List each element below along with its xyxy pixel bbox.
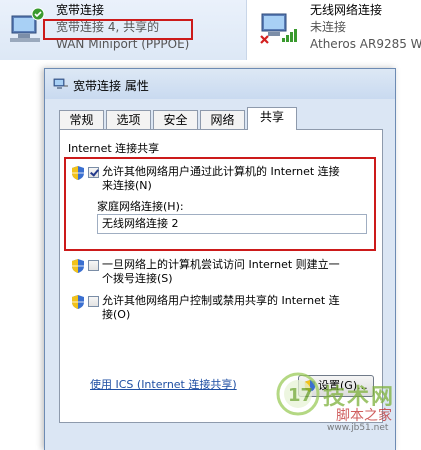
- connection-status: 未连接: [310, 20, 347, 34]
- option-line: 允许其他网络用户控制或禁用共享的 Internet 连: [102, 294, 340, 307]
- option-text: 一旦网络上的计算机尝试访问 Internet 则建立一 个拨号连接(S): [102, 258, 340, 286]
- watermark-logo-icon: 17: [276, 372, 320, 416]
- connection-icon: [53, 78, 68, 89]
- watermark-text: 脚本之家: [336, 408, 392, 424]
- connection-wireless[interactable]: 无线网络连接 未连接 Atheros AR9285 Wi: [252, 0, 421, 60]
- wireless-adapter-icon: [260, 13, 297, 44]
- tab-options[interactable]: 选项: [106, 110, 151, 129]
- option-line: 接(O): [102, 308, 131, 321]
- option-line: 个拨号连接(S): [102, 272, 173, 285]
- connection-name: 无线网络连接: [310, 3, 383, 17]
- dialog-title: 宽带连接 属性: [73, 79, 149, 93]
- watermark: 17 技术网 脚本之家 www.jb51.net: [261, 371, 411, 443]
- highlight-box: [43, 19, 193, 40]
- tab-network[interactable]: 网络: [200, 110, 245, 129]
- home-network-label: 家庭网络连接(H):: [97, 200, 184, 213]
- option-text: 允许其他网络用户通过此计算机的 Internet 连接 来连接(N): [102, 165, 340, 193]
- connection-broadband[interactable]: 宽带连接 宽带连接 4, 共享的 WAN Miniport (PPPOE): [0, 0, 247, 60]
- home-network-field[interactable]: 无线网络连接 2: [97, 214, 367, 234]
- network-adapter-icon: [10, 7, 45, 42]
- connection-name: 宽带连接: [56, 3, 105, 17]
- uac-shield-icon: [72, 166, 84, 180]
- option-line: 来连接(N): [102, 179, 152, 192]
- ics-help-link[interactable]: 使用 ICS (Internet 连接共享): [90, 376, 237, 392]
- group-title: Internet 连接共享: [68, 142, 160, 155]
- dialog-titlebar[interactable]: 宽带连接 属性: [45, 69, 395, 99]
- allow-sharing-checkbox[interactable]: [88, 167, 99, 178]
- svg-text:17: 17: [288, 385, 313, 406]
- uac-shield-icon: [72, 295, 84, 309]
- option-line: 允许其他网络用户通过此计算机的 Internet 连接: [102, 165, 340, 178]
- option-text: 允许其他网络用户控制或禁用共享的 Internet 连 接(O): [102, 294, 340, 322]
- uac-shield-icon: [72, 259, 84, 273]
- tab-sharing[interactable]: 共享: [247, 107, 297, 130]
- dial-on-demand-checkbox[interactable]: [88, 260, 99, 271]
- tab-general[interactable]: 常规: [59, 110, 104, 129]
- connection-device: Atheros AR9285 Wi: [310, 37, 421, 51]
- tab-security[interactable]: 安全: [153, 110, 198, 129]
- watermark-url: www.jb51.net: [327, 423, 389, 433]
- allow-control-checkbox[interactable]: [88, 296, 99, 307]
- connection-text: 无线网络连接 未连接 Atheros AR9285 Wi: [310, 2, 421, 53]
- network-connections-strip: 宽带连接 宽带连接 4, 共享的 WAN Miniport (PPPOE) 无线…: [0, 0, 421, 62]
- option-line: 一旦网络上的计算机尝试访问 Internet 则建立一: [102, 258, 340, 271]
